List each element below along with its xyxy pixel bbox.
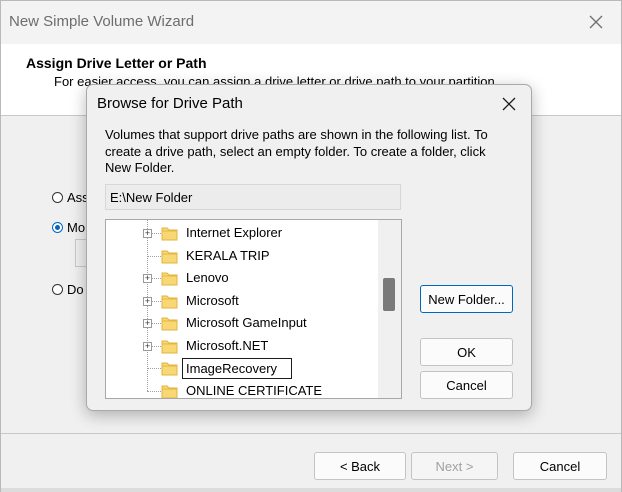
tree-item[interactable]: + Internet Explorer — [106, 222, 378, 245]
folder-icon — [161, 227, 178, 241]
tree-item-label: Microsoft GameInput — [186, 315, 307, 330]
tree-scrollbar[interactable] — [378, 220, 401, 398]
page-title: Assign Drive Letter or Path — [26, 55, 207, 71]
dialog-description: Volumes that support drive paths are sho… — [105, 127, 488, 175]
wizard-title: New Simple Volume Wizard — [9, 13, 195, 30]
folder-icon — [161, 272, 178, 286]
expand-plus-icon[interactable]: + — [143, 319, 152, 328]
drive-path-field[interactable]: E:\New Folder — [105, 184, 401, 210]
close-icon[interactable] — [585, 11, 607, 33]
window-edge — [1, 488, 621, 492]
expand-plus-icon[interactable]: + — [143, 229, 152, 238]
tree-item-label: Microsoft — [186, 292, 239, 308]
expand-plus-icon[interactable]: + — [143, 274, 152, 283]
close-icon[interactable] — [499, 94, 519, 114]
new-folder-button[interactable]: New Folder... — [420, 285, 513, 313]
tree-item[interactable]: ONLINE CERTIFICATE — [106, 380, 378, 398]
dialog-cancel-button[interactable]: Cancel — [420, 371, 513, 399]
radio-icon[interactable] — [52, 192, 63, 203]
folder-icon — [161, 250, 178, 263]
radio-no-letter[interactable]: Do — [52, 282, 84, 297]
divider — [1, 433, 621, 434]
browse-dialog: Browse for Drive Path Volumes that suppo… — [86, 84, 532, 411]
tree-item[interactable]: + Microsoft.NET — [106, 335, 378, 358]
radio-icon[interactable] — [52, 222, 63, 233]
tree-item[interactable]: + Microsoft GameInput — [106, 312, 378, 335]
dialog-title: Browse for Drive Path — [97, 95, 243, 112]
radio-assign-letter[interactable]: Ass — [52, 190, 89, 205]
folder-tree[interactable]: + Internet Explorer KERALA TRIP + Lenovo… — [105, 219, 402, 399]
tree-item-editing[interactable]: ImageRecovery — [106, 357, 378, 380]
tree-item-label: Lenovo — [186, 270, 229, 285]
rename-input[interactable]: ImageRecovery — [182, 358, 292, 379]
radio-mount-folder[interactable]: Mo — [52, 220, 85, 235]
radio-label: Do — [67, 282, 84, 297]
folder-icon — [161, 340, 178, 353]
tree-item[interactable]: KERALA TRIP — [106, 245, 378, 268]
cancel-button[interactable]: Cancel — [513, 452, 607, 480]
tree-item-label: Microsoft.NET — [186, 337, 269, 353]
ok-button[interactable]: OK — [420, 338, 513, 366]
expand-plus-icon[interactable]: + — [143, 296, 152, 306]
tree-item-label: KERALA TRIP — [186, 247, 270, 263]
folder-icon — [161, 385, 178, 398]
back-button[interactable]: < Back — [314, 452, 406, 480]
wizard-titlebar: New Simple Volume Wizard — [1, 1, 621, 44]
expand-plus-icon[interactable]: + — [143, 341, 152, 351]
scroll-thumb[interactable] — [383, 278, 395, 311]
tree-item-label: Internet Explorer — [186, 225, 283, 240]
tree-item[interactable]: + Microsoft — [106, 290, 378, 313]
radio-icon[interactable] — [52, 284, 63, 295]
next-button[interactable]: Next > — [411, 452, 498, 480]
folder-icon — [161, 362, 178, 376]
folder-icon — [161, 317, 178, 331]
radio-label: Mo — [67, 220, 86, 235]
folder-icon — [161, 295, 178, 308]
tree-item-label: ONLINE CERTIFICATE — [186, 382, 323, 398]
tree-item[interactable]: + Lenovo — [106, 267, 378, 290]
